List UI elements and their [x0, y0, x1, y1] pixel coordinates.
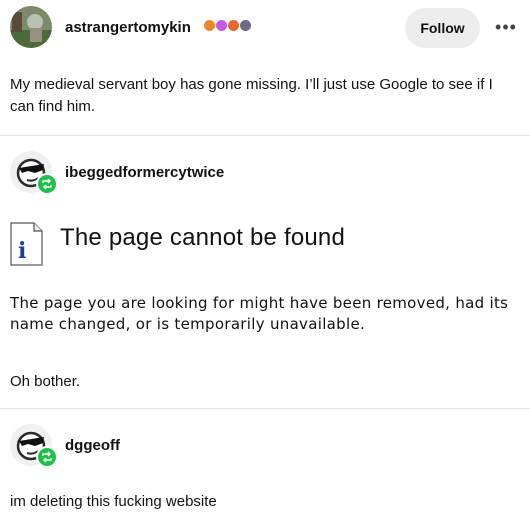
- badge-icon: [204, 20, 215, 31]
- badge-icon: [228, 20, 239, 31]
- badge-icon: [216, 20, 227, 31]
- reblogger-username[interactable]: ibeggedformercytwice: [65, 164, 224, 181]
- error-page-title: The page cannot be found: [60, 224, 346, 251]
- reblog-icon: [36, 173, 58, 195]
- original-post-text: My medieval servant boy has gone missing…: [10, 76, 493, 115]
- reblog-text: im deleting this fucking website: [10, 493, 217, 510]
- reblog-text: Oh bother.: [10, 373, 81, 390]
- avatar-astrangertomykin[interactable]: [10, 6, 52, 48]
- svg-text:i: i: [18, 238, 26, 264]
- reblogger-username[interactable]: dggeoff: [65, 437, 120, 454]
- user-badges: [204, 20, 251, 31]
- reblog-icon: [36, 446, 58, 468]
- error-page-message: The page you are looking for might have …: [10, 294, 509, 333]
- divider: [0, 135, 530, 136]
- info-page-icon: i: [10, 222, 43, 266]
- post-author-username[interactable]: astrangertomykin: [65, 19, 191, 36]
- follow-button[interactable]: Follow: [405, 8, 480, 48]
- avatar-image: [10, 6, 52, 48]
- divider: [0, 408, 530, 409]
- badge-icon: [240, 20, 251, 31]
- more-options-icon[interactable]: •••: [493, 14, 519, 40]
